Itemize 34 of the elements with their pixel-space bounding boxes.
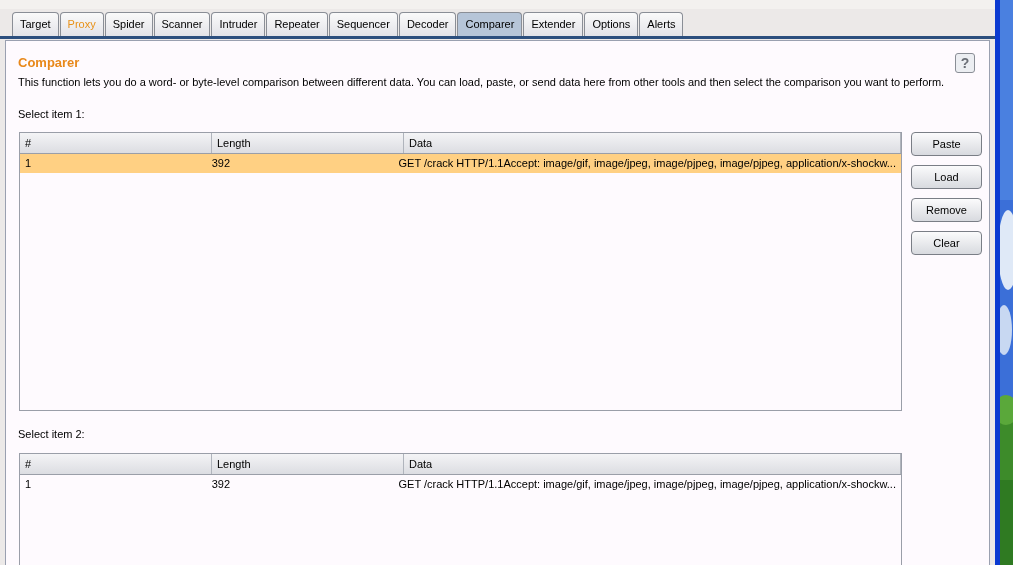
- action-button[interactable]: Remove: [911, 198, 982, 222]
- table-cell-text: 1: [24, 156, 33, 171]
- column-header[interactable]: Length: [212, 133, 404, 153]
- table-row[interactable]: 1 392 GET /crack HTTP/1.1Accept: image/gif, image/jpeg, image/pjpeg, image/pjpeg, application/x-shockw...: [20, 474, 901, 494]
- table-cell-text: 392: [210, 476, 232, 492]
- description: This function lets you do a word- or byte-level comparison between different data. You can load, paste, or send data here from other tools and then select the comparison you want to perform.: [18, 75, 946, 90]
- column-header[interactable]: Length: [212, 453, 404, 474]
- column-header[interactable]: #: [20, 133, 212, 153]
- table-row[interactable]: 1 392 GET /crack HTTP/1.1Accept: image/gif, image/jpeg, image/pjpeg, image/pjpeg, application/x-shockw...: [20, 154, 901, 173]
- tab[interactable]: Comparer: [457, 12, 523, 36]
- section-label: Select item 2:: [18, 427, 86, 442]
- tab[interactable]: Intruder: [211, 12, 266, 36]
- table-cell-text: 392: [210, 156, 232, 171]
- column-header[interactable]: Data: [404, 453, 901, 474]
- tab[interactable]: Alerts: [639, 12, 684, 36]
- help-button[interactable]: ?: [955, 53, 975, 73]
- tab[interactable]: Target: [12, 12, 59, 36]
- tab[interactable]: Extender: [523, 12, 584, 36]
- tab[interactable]: Spider: [104, 12, 153, 36]
- column-header[interactable]: Data: [404, 133, 901, 153]
- table-cell-text: GET /crack HTTP/1.1Accept: image/gif, image/jpeg, image/pjpeg, image/pjpeg, application/x-shockw...: [397, 156, 897, 171]
- tab[interactable]: Scanner: [153, 12, 211, 36]
- tab[interactable]: Options: [584, 12, 639, 36]
- table-cell-text: 1: [24, 476, 33, 492]
- tab[interactable]: Decoder: [398, 12, 457, 36]
- table-cell-text: GET /crack HTTP/1.1Accept: image/gif, image/jpeg, image/pjpeg, image/pjpeg, application/x-shockw...: [397, 476, 897, 492]
- tab[interactable]: Repeater: [266, 12, 328, 36]
- column-header[interactable]: #: [20, 453, 212, 474]
- action-button[interactable]: Clear: [911, 231, 982, 255]
- action-button[interactable]: Paste: [911, 132, 982, 156]
- action-button[interactable]: Load: [911, 165, 982, 189]
- section-label: Select item 1:: [18, 106, 86, 122]
- panel-title: Comparer: [18, 54, 80, 72]
- tab[interactable]: Sequencer: [328, 12, 398, 36]
